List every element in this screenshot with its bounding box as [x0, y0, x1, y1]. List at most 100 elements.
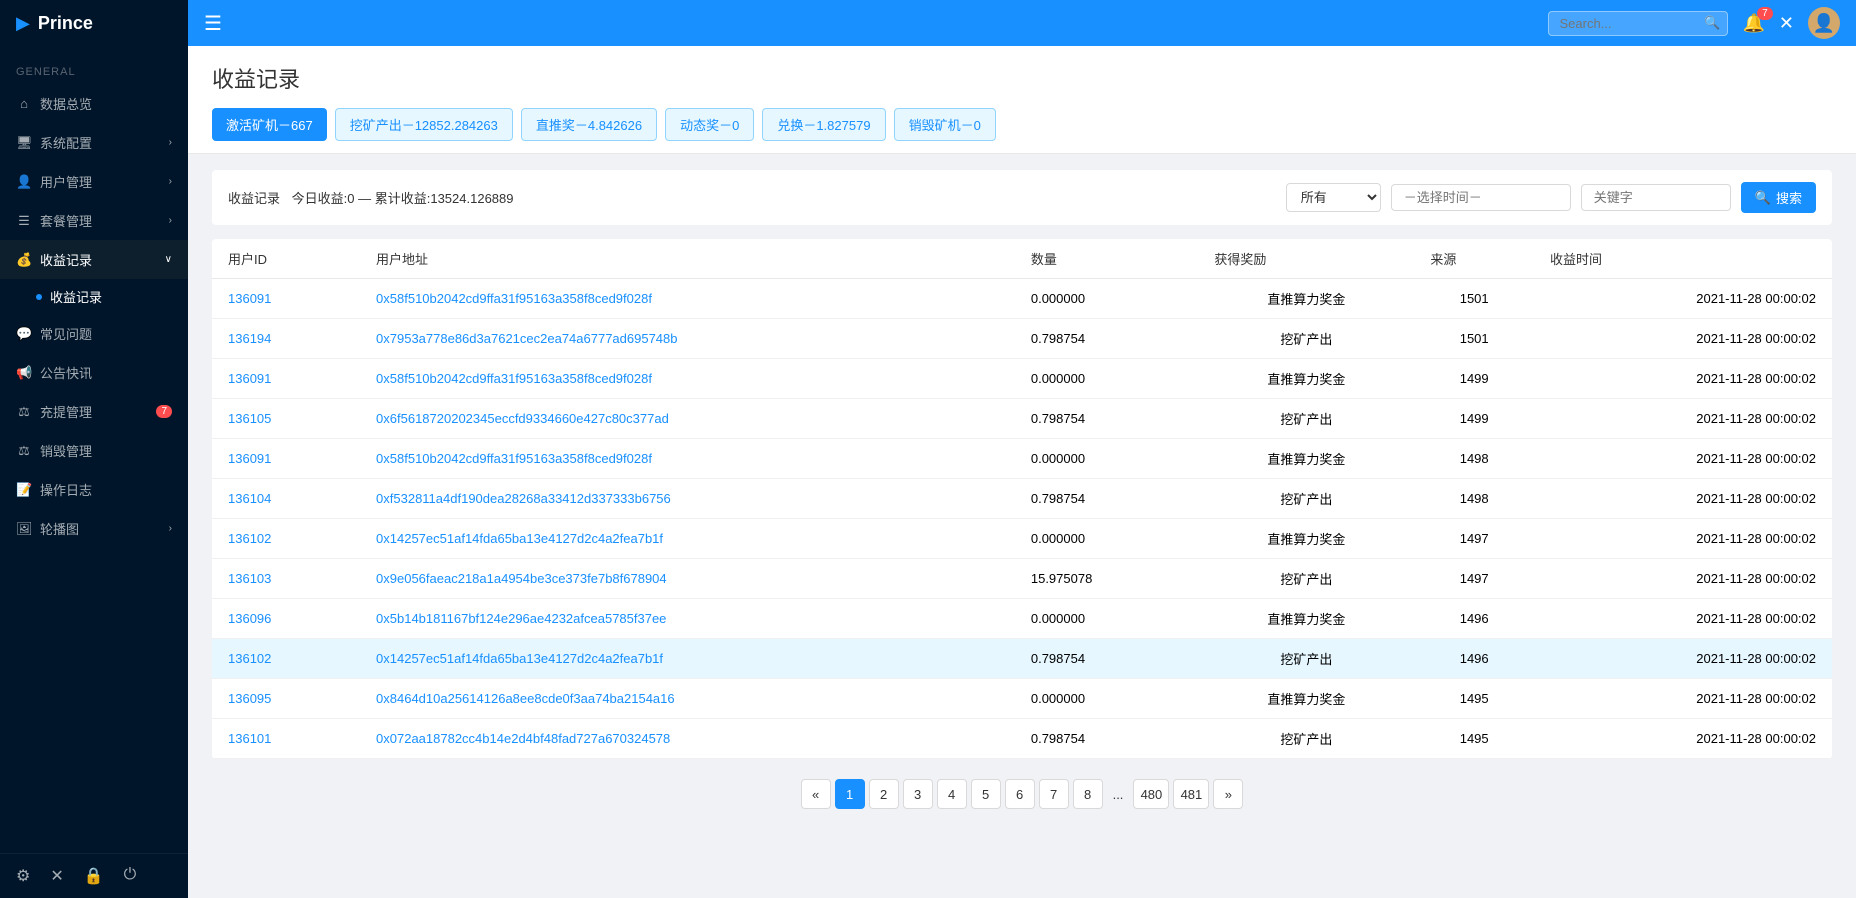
prev-page-btn[interactable]: «: [801, 779, 831, 809]
cell-address[interactable]: 0x6f5618720202345eccfd9334660e427c80c377…: [360, 399, 1015, 439]
pagination: « 1 2 3 4 5 6 7 8 ... 480 481 »: [212, 759, 1832, 829]
cell-user-id[interactable]: 136103: [212, 559, 360, 599]
cell-time: 2021-11-28 00:00:02: [1534, 319, 1832, 359]
cell-user-id[interactable]: 136105: [212, 399, 360, 439]
page-btn-8[interactable]: 8: [1073, 779, 1103, 809]
cell-amount: 0.798754: [1015, 719, 1199, 759]
page-btn-4[interactable]: 4: [937, 779, 967, 809]
sidebar-item-destroy[interactable]: ⚖ 销毁管理: [0, 431, 188, 470]
table-container: 用户ID 用户地址 数量 获得奖励 来源 收益时间 136091 0x58f51…: [212, 239, 1832, 759]
cell-amount: 0.000000: [1015, 279, 1199, 319]
cell-user-id[interactable]: 136102: [212, 639, 360, 679]
sidebar-item-package-manage[interactable]: ☰ 套餐管理 ›: [0, 201, 188, 240]
cell-user-id[interactable]: 136194: [212, 319, 360, 359]
cell-address[interactable]: 0x7953a778e86d3a7621cec2ea74a6777ad69574…: [360, 319, 1015, 359]
page-btn-2[interactable]: 2: [869, 779, 899, 809]
search-input[interactable]: [1548, 11, 1728, 36]
page-btn-480[interactable]: 480: [1133, 779, 1169, 809]
page-btn-7[interactable]: 7: [1039, 779, 1069, 809]
sidebar-logo: ▶ Prince: [0, 0, 188, 46]
sidebar-item-user-manage[interactable]: 👤 用户管理 ›: [0, 162, 188, 201]
cell-source: 1496: [1414, 599, 1534, 639]
hamburger-icon[interactable]: ☰: [204, 11, 222, 36]
cell-user-id[interactable]: 136091: [212, 439, 360, 479]
cell-address[interactable]: 0xf532811a4df190dea28268a33412d337333b67…: [360, 479, 1015, 519]
table-row: 136102 0x14257ec51af14fda65ba13e4127d2c4…: [212, 519, 1832, 559]
chevron-down-icon: ∨: [165, 254, 172, 265]
lock-icon[interactable]: 🔒: [84, 866, 104, 886]
settings-icon[interactable]: ⚙: [16, 866, 30, 886]
package-icon: ☰: [16, 213, 32, 229]
sidebar-item-label: 数据总览: [40, 94, 92, 113]
keyword-input[interactable]: [1581, 184, 1731, 211]
type-select[interactable]: 所有 挖矿产出 直推奖金 动态奖 兑换 销毁矿机: [1286, 183, 1381, 212]
chevron-right-icon: ›: [169, 215, 172, 226]
search-button[interactable]: 🔍 搜索: [1741, 182, 1816, 213]
tab-destroy-miner[interactable]: 销毁矿机－0: [894, 108, 996, 141]
search-btn-icon: 🔍: [1755, 190, 1771, 206]
notification-container[interactable]: 🔔 7: [1742, 13, 1764, 34]
close-icon[interactable]: ✕: [1779, 13, 1794, 34]
cell-address[interactable]: 0x58f510b2042cd9ffa31f95163a358f8ced9f02…: [360, 279, 1015, 319]
cell-user-id[interactable]: 136104: [212, 479, 360, 519]
tab-direct-bonus[interactable]: 直推奖－4.842626: [521, 108, 657, 141]
cell-address[interactable]: 0x58f510b2042cd9ffa31f95163a358f8ced9f02…: [360, 439, 1015, 479]
power-icon[interactable]: ⏻: [124, 866, 137, 886]
sidebar: GENERAL ⌂ 数据总览 🖥 系统配置 › 👤 用户管理 › ☰ 套餐管理 …: [0, 46, 188, 898]
col-reward: 获得奖励: [1198, 239, 1414, 279]
cell-address[interactable]: 0x5b14b181167bf124e296ae4232afcea5785f37…: [360, 599, 1015, 639]
cell-address[interactable]: 0x14257ec51af14fda65ba13e4127d2c4a2fea7b…: [360, 519, 1015, 559]
scale-icon: ⚖: [16, 404, 32, 420]
tab-activate-miner[interactable]: 激活矿机－667: [212, 108, 327, 141]
cell-reward: 直推算力奖金: [1198, 279, 1414, 319]
sidebar-subitem-earnings-record[interactable]: 收益记录: [0, 279, 188, 314]
page-btn-5[interactable]: 5: [971, 779, 1001, 809]
logo-text: Prince: [38, 13, 93, 34]
sidebar-item-carousel[interactable]: 🖼 轮播图 ›: [0, 509, 188, 548]
cell-source: 1495: [1414, 719, 1534, 759]
cell-address[interactable]: 0x14257ec51af14fda65ba13e4127d2c4a2fea7b…: [360, 639, 1015, 679]
cell-user-id[interactable]: 136095: [212, 679, 360, 719]
page-btn-3[interactable]: 3: [903, 779, 933, 809]
date-input[interactable]: [1391, 184, 1571, 211]
tools-icon[interactable]: ✕: [50, 866, 63, 886]
page-btn-481[interactable]: 481: [1173, 779, 1209, 809]
cell-user-id[interactable]: 136091: [212, 279, 360, 319]
table-row: 136103 0x9e056faeac218a1a4954be3ce373fe7…: [212, 559, 1832, 599]
avatar[interactable]: 👤: [1808, 7, 1840, 39]
cell-user-id[interactable]: 136101: [212, 719, 360, 759]
announcement-icon: 📢: [16, 365, 32, 381]
filter-tabs: 激活矿机－667 挖矿产出－12852.284263 直推奖－4.842626 …: [212, 108, 1832, 141]
table-row: 136091 0x58f510b2042cd9ffa31f95163a358f8…: [212, 359, 1832, 399]
sidebar-item-faq[interactable]: 💬 常见问题: [0, 314, 188, 353]
cell-address[interactable]: 0x9e056faeac218a1a4954be3ce373fe7b8f6789…: [360, 559, 1015, 599]
sidebar-item-label: 操作日志: [40, 480, 92, 499]
page-btn-6[interactable]: 6: [1005, 779, 1035, 809]
tab-exchange[interactable]: 兑换－1.827579: [762, 108, 885, 141]
cell-time: 2021-11-28 00:00:02: [1534, 519, 1832, 559]
cell-user-id[interactable]: 136102: [212, 519, 360, 559]
sidebar-item-dashboard[interactable]: ⌂ 数据总览: [0, 84, 188, 123]
sidebar-item-system-config[interactable]: 🖥 系统配置 ›: [0, 123, 188, 162]
main-content: 收益记录 激活矿机－667 挖矿产出－12852.284263 直推奖－4.84…: [188, 46, 1856, 898]
sidebar-item-operation-log[interactable]: 📝 操作日志: [0, 470, 188, 509]
sidebar-item-label: 系统配置: [40, 133, 92, 152]
toolbar: 收益记录 今日收益:0 — 累计收益:13524.126889 所有 挖矿产出 …: [212, 170, 1832, 225]
cell-address[interactable]: 0x072aa18782cc4b14e2d4bf48fad727a6703245…: [360, 719, 1015, 759]
cell-time: 2021-11-28 00:00:02: [1534, 479, 1832, 519]
tab-dynamic-bonus[interactable]: 动态奖－0: [665, 108, 754, 141]
cell-amount: 0.798754: [1015, 319, 1199, 359]
cell-user-id[interactable]: 136096: [212, 599, 360, 639]
sidebar-item-recharge[interactable]: ⚖ 充提管理 7: [0, 392, 188, 431]
user-icon: 👤: [16, 174, 32, 190]
table-row: 136095 0x8464d10a25614126a8ee8cde0f3aa74…: [212, 679, 1832, 719]
sidebar-item-earnings[interactable]: 💰 收益记录 ∨: [0, 240, 188, 279]
cell-address[interactable]: 0x58f510b2042cd9ffa31f95163a358f8ced9f02…: [360, 359, 1015, 399]
cell-reward: 挖矿产出: [1198, 559, 1414, 599]
cell-user-id[interactable]: 136091: [212, 359, 360, 399]
tab-mining-output[interactable]: 挖矿产出－12852.284263: [335, 108, 513, 141]
next-page-btn[interactable]: »: [1213, 779, 1243, 809]
sidebar-item-announcement[interactable]: 📢 公告快讯: [0, 353, 188, 392]
page-btn-1[interactable]: 1: [835, 779, 865, 809]
cell-address[interactable]: 0x8464d10a25614126a8ee8cde0f3aa74ba2154a…: [360, 679, 1015, 719]
